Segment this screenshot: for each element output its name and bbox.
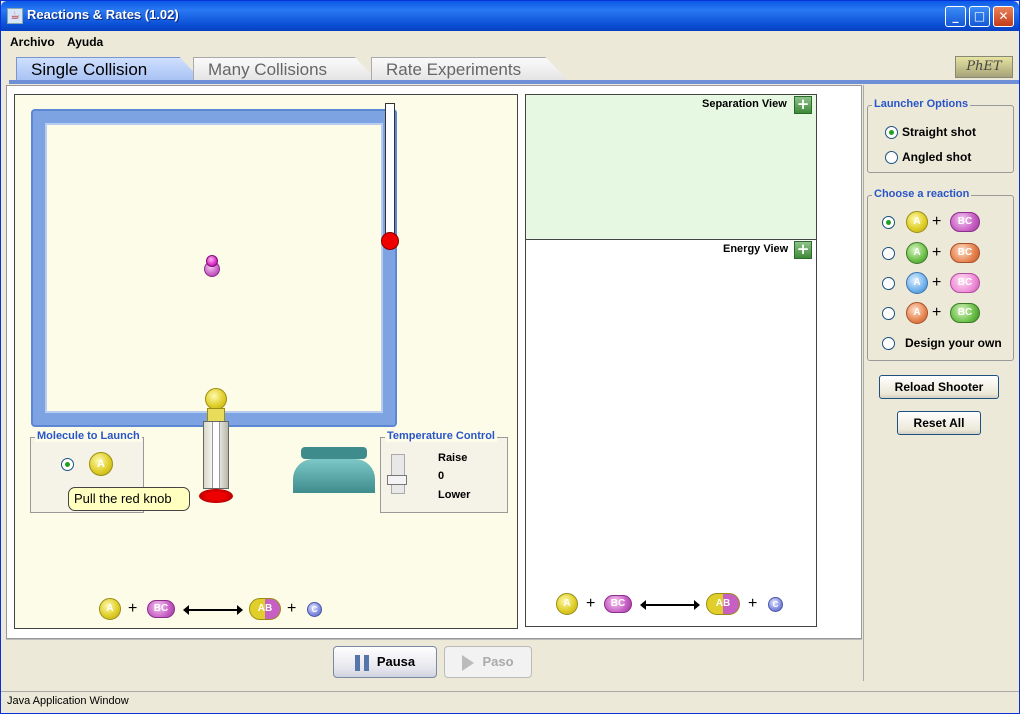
reaction-2-plus: + <box>932 244 942 261</box>
eq-plus-2: + <box>287 600 297 617</box>
launcher-options-group: Launcher Options Straight shot Angled sh… <box>867 98 1014 173</box>
energy-eq-molecule-bc: BC <box>604 595 632 613</box>
reaction-2-a: A <box>906 242 928 264</box>
pause-button[interactable]: Pausa <box>333 646 437 678</box>
straight-shot-label[interactable]: Straight shot <box>902 125 976 139</box>
energy-eq-plus: + <box>586 595 596 612</box>
energy-eq-molecule-a: A <box>556 593 578 615</box>
launcher-tube <box>203 421 229 489</box>
reaction-3-a: A <box>906 272 928 294</box>
energy-view-label: Energy View <box>723 243 789 255</box>
reaction-4-radio[interactable] <box>882 307 895 320</box>
launcher-molecule-a <box>205 388 227 410</box>
molecule-to-launch-title: Molecule to Launch <box>35 430 142 442</box>
graph-panel: Separation View + Energy View + A + BC A… <box>525 94 817 627</box>
reaction-1-plus: + <box>932 213 942 230</box>
separation-view: Separation View + <box>526 95 816 240</box>
thermometer-bulb <box>381 232 399 250</box>
menu-ayuda[interactable]: Ayuda <box>67 35 103 49</box>
phet-logo: PhET <box>955 56 1013 78</box>
control-sidebar: Launcher Options Straight shot Angled sh… <box>863 85 1019 681</box>
reaction-4-bc: BC <box>950 303 980 323</box>
angled-shot-radio[interactable] <box>885 151 898 164</box>
reaction-4-a: A <box>906 302 928 324</box>
molecule-c-floating <box>206 255 218 267</box>
simulation-canvas[interactable]: Molecule to Launch A Pull the red knob T… <box>14 94 518 629</box>
clock-control-bar: Pausa Paso <box>6 639 862 683</box>
launcher-options-title: Launcher Options <box>872 98 971 110</box>
reaction-equation: A + BC AB + C <box>95 598 355 622</box>
launcher-collar <box>207 408 225 422</box>
maximize-button[interactable]: □ <box>969 6 990 27</box>
choose-reaction-title: Choose a reaction <box>872 188 972 200</box>
pause-label: Pausa <box>376 654 416 669</box>
close-button[interactable]: ✕ <box>993 6 1014 27</box>
molecule-a-icon: A <box>89 452 113 476</box>
energy-eq-arrow <box>640 600 700 610</box>
tab-underline <box>9 80 1019 84</box>
design-your-own-label[interactable]: Design your own <box>905 336 1002 350</box>
energy-eq-plus-2: + <box>748 595 758 612</box>
eq-plus: + <box>128 600 138 617</box>
thermometer <box>385 103 395 243</box>
tab-rate-experiments[interactable]: Rate Experiments <box>371 57 569 81</box>
tab-many-collisions[interactable]: Many Collisions <box>193 57 377 81</box>
reaction-1-radio[interactable] <box>882 216 895 229</box>
reaction-2-bc: BC <box>950 243 980 263</box>
java-app-icon: ☕ <box>7 8 23 24</box>
status-bar: Java Application Window <box>1 691 1019 713</box>
eq-molecule-a: A <box>99 598 121 620</box>
reaction-3-bc: BC <box>950 273 980 293</box>
menu-bar: Archivo Ayuda <box>1 31 1019 53</box>
reaction-3-plus: + <box>932 274 942 291</box>
reaction-1-a: A <box>906 211 928 233</box>
reload-shooter-button[interactable]: Reload Shooter <box>879 375 999 399</box>
reaction-2-radio[interactable] <box>882 247 895 260</box>
app-window: ☕ Reactions & Rates (1.02) _ □ ✕ Archivo… <box>0 0 1020 714</box>
temperature-slider-thumb[interactable] <box>387 475 407 485</box>
main-area: Molecule to Launch A Pull the red knob T… <box>6 85 862 639</box>
eq-molecule-c: C <box>307 602 322 617</box>
temperature-control-group: Temperature Control Raise 0 Lower <box>380 430 508 513</box>
title-bar[interactable]: ☕ Reactions & Rates (1.02) _ □ ✕ <box>1 1 1019 31</box>
window-title: Reactions & Rates (1.02) <box>27 7 179 22</box>
temp-lower-label: Lower <box>438 489 471 501</box>
reaction-3-radio[interactable] <box>882 277 895 290</box>
pull-knob-tooltip: Pull the red knob <box>68 487 190 511</box>
reaction-1-bc: BC <box>950 212 980 232</box>
step-button[interactable]: Paso <box>444 646 532 678</box>
choose-reaction-group: Choose a reaction A + BC A + BC A + BC A… <box>867 188 1014 361</box>
temperature-slider-track[interactable] <box>391 454 405 494</box>
launcher-red-knob[interactable] <box>199 489 233 503</box>
separation-view-label: Separation View <box>702 98 787 110</box>
straight-shot-radio[interactable] <box>885 126 898 139</box>
minimize-button[interactable]: _ <box>945 6 966 27</box>
pause-icon <box>354 654 369 671</box>
temperature-control-title: Temperature Control <box>385 430 497 442</box>
launch-molecule-a-radio[interactable] <box>61 458 74 471</box>
tab-single-collision[interactable]: Single Collision <box>16 57 202 81</box>
tab-bar: Single Collision Many Collisions Rate Ex… <box>1 53 1019 84</box>
eq-molecule-bc: BC <box>147 600 175 618</box>
reset-all-button[interactable]: Reset All <box>897 411 981 435</box>
energy-eq-molecule-c: C <box>768 597 783 612</box>
separation-expand-icon[interactable]: + <box>794 96 812 114</box>
energy-equation: A + BC AB + C <box>556 593 816 617</box>
heater <box>293 447 375 493</box>
step-icon <box>462 654 475 671</box>
reaction-4-plus: + <box>932 304 942 321</box>
temp-raise-label: Raise <box>438 452 468 464</box>
step-label: Paso <box>482 654 514 669</box>
eq-arrow <box>183 605 243 615</box>
status-text: Java Application Window <box>7 695 129 707</box>
angled-shot-label[interactable]: Angled shot <box>902 150 971 164</box>
temp-value-label: 0 <box>438 470 445 482</box>
energy-eq-molecule-ab: AB <box>706 593 740 615</box>
design-your-own-radio[interactable] <box>882 337 895 350</box>
eq-molecule-ab: AB <box>249 598 281 620</box>
menu-archivo[interactable]: Archivo <box>10 35 55 49</box>
energy-expand-icon[interactable]: + <box>794 241 812 259</box>
